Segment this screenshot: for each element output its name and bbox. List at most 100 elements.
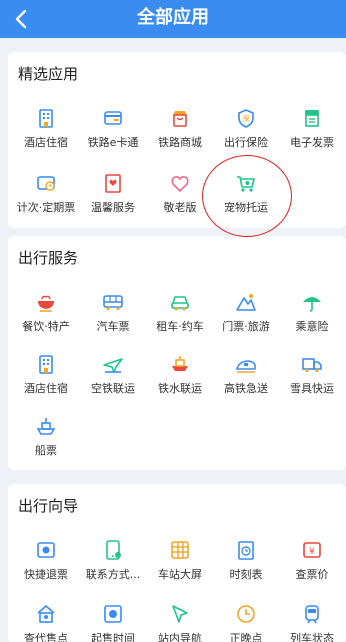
app-item[interactable]: 时刻表 — [212, 539, 280, 593]
app-item[interactable]: 快捷退票 — [12, 539, 80, 593]
app-item[interactable]: 计次·定期票 — [12, 172, 80, 226]
app-item-label: 铁路商城 — [158, 136, 202, 149]
app-item[interactable]: 温馨服务 — [79, 172, 147, 226]
car-icon — [169, 291, 191, 313]
section-travel-guide: 出行向导 快捷退票 联系方式... 车站大屏 时刻表 ¥ 查票价 查代售点 起售时间 站内导航正… — [8, 484, 346, 642]
app-item-label: 租车·约车 — [156, 320, 204, 333]
svg-text:保: 保 — [243, 114, 250, 123]
app-item-label: 乘意险 — [295, 320, 329, 333]
app-item-label: 查票价 — [295, 568, 329, 581]
app-item[interactable]: 酒店住宿 — [12, 107, 80, 161]
app-item-label: 铁水联运 — [158, 382, 202, 395]
app-item-label: 门票·旅游 — [222, 320, 270, 333]
train-status-icon — [301, 603, 323, 625]
app-item-label: 船票 — [35, 444, 57, 457]
app-item[interactable]: 酒店住宿 — [12, 353, 80, 407]
shop-icon — [169, 107, 191, 129]
mountain-icon — [235, 291, 257, 313]
app-item[interactable]: 铁路e卡通 — [79, 107, 147, 161]
svg-text:¥: ¥ — [309, 547, 315, 557]
app-item[interactable]: 餐饮·特产 — [12, 291, 80, 345]
app-item-label: 出行保险 — [224, 136, 268, 149]
app-item-label: 起售时间 — [91, 632, 135, 642]
app-item-label: 酒店住宿 — [24, 136, 68, 149]
card-icon — [102, 107, 124, 129]
price-icon: ¥ — [301, 539, 323, 561]
app-grid: 餐饮·特产 汽车票 租车·约车 门票·旅游 乘意险酒店住宿 空铁联运 铁水联运 高铁急送 雪具快… — [8, 236, 346, 470]
app-item[interactable]: 起售时间 — [79, 603, 147, 642]
app-item-label: 联系方式... — [85, 568, 141, 581]
truck-icon — [301, 353, 323, 375]
app-item[interactable]: 铁水联运 — [146, 353, 214, 407]
navigation-icon — [169, 603, 191, 625]
app-item[interactable]: 车站大屏 — [146, 539, 214, 593]
app-item[interactable]: 船票 — [12, 415, 80, 469]
app-item-label: 时刻表 — [229, 568, 263, 581]
food-icon — [35, 291, 57, 313]
app-grid: 酒店住宿 铁路e卡通 铁路商城保出行保险 电子发票 计次·定期票 温馨服务 敬老版 宠物托运 — [8, 52, 346, 228]
app-item[interactable]: 汽车票 — [79, 291, 147, 345]
app-item[interactable]: 租车·约车 — [146, 291, 214, 345]
hotel-icon — [35, 353, 57, 375]
app-item-label: 高铁急送 — [224, 382, 268, 395]
app-item[interactable]: 高铁急送 — [212, 353, 280, 407]
app-item-label: 车站大屏 — [158, 568, 202, 581]
app-item-label: 敬老版 — [163, 201, 197, 214]
app-item[interactable]: 保出行保险 — [212, 107, 280, 161]
app-item-label: 铁路e卡通 — [87, 136, 139, 149]
app-item-label: 雪具快运 — [290, 382, 334, 395]
app-item-label: 餐饮·特产 — [22, 320, 70, 333]
heart-icon — [169, 172, 191, 194]
service-icon — [102, 172, 124, 194]
app-item-label: 宠物托运 — [224, 201, 268, 214]
refund-icon — [35, 539, 57, 561]
app-item-label: 正晚点 — [229, 632, 263, 642]
ticket-icon — [35, 172, 57, 194]
app-item[interactable]: 列车状态 — [278, 603, 346, 642]
app-item[interactable]: 电子发票 — [278, 107, 346, 161]
app-item-label: 酒店住宿 — [24, 382, 68, 395]
app-item[interactable]: 查代售点 — [12, 603, 80, 642]
app-item[interactable]: 乘意险 — [278, 291, 346, 345]
app-item[interactable]: 敬老版 — [146, 172, 214, 226]
app-item[interactable]: 联系方式... — [79, 539, 147, 593]
clock-icon — [102, 603, 124, 625]
screen-icon — [169, 539, 191, 561]
page-title: 全部应用 — [137, 7, 209, 28]
train-icon — [235, 353, 257, 375]
app-item-label: 汽车票 — [96, 320, 130, 333]
app-item-label: 快捷退票 — [24, 568, 68, 581]
ship-icon — [169, 353, 191, 375]
plane-icon — [102, 353, 124, 375]
hotel-icon — [35, 107, 57, 129]
app-item[interactable]: ¥ 查票价 — [278, 539, 346, 593]
invoice-icon — [301, 107, 323, 129]
app-item[interactable]: 门票·旅游 — [212, 291, 280, 345]
section-featured-apps: 精选应用 酒店住宿 铁路e卡通 铁路商城保出行保险 电子发票 计次·定期票 温馨服务 敬老版… — [8, 52, 346, 228]
phone-icon — [102, 539, 124, 561]
app-item[interactable]: 雪具快运 — [278, 353, 346, 407]
app-item-label: 计次·定期票 — [16, 201, 76, 214]
app-item-label: 空铁联运 — [91, 382, 135, 395]
app-item[interactable]: 站内导航 — [146, 603, 214, 642]
app-item[interactable]: 铁路商城 — [146, 107, 214, 161]
app-grid: 快捷退票 联系方式... 车站大屏 时刻表 ¥ 查票价查代售点 起售时间 站内导航 正晚点 列车状… — [8, 484, 346, 642]
app-item[interactable]: 正晚点 — [212, 603, 280, 642]
app-item-label: 查代售点 — [24, 632, 68, 642]
app-item-label: 站内导航 — [158, 632, 202, 642]
outlet-icon — [35, 603, 57, 625]
app-item-label: 列车状态 — [290, 632, 334, 642]
app-item-label: 温馨服务 — [91, 201, 135, 214]
app-item[interactable]: 宠物托运 — [212, 172, 280, 226]
timetable-icon — [235, 539, 257, 561]
top-bar: 全部应用 — [0, 0, 346, 38]
umbrella-icon — [301, 291, 323, 313]
boat-icon — [35, 415, 57, 437]
section-travel-services: 出行服务 餐饮·特产 汽车票 租车·约车 门票·旅游 乘意险 酒店住宿 空铁联运 铁水联运 高铁… — [8, 236, 346, 470]
app-item-label: 电子发票 — [290, 136, 334, 149]
pet-cart-icon — [235, 172, 257, 194]
app-item[interactable]: 空铁联运 — [79, 353, 147, 407]
insurance-icon: 保 — [235, 107, 257, 129]
bus-icon — [102, 291, 124, 313]
delay-icon — [235, 603, 257, 625]
